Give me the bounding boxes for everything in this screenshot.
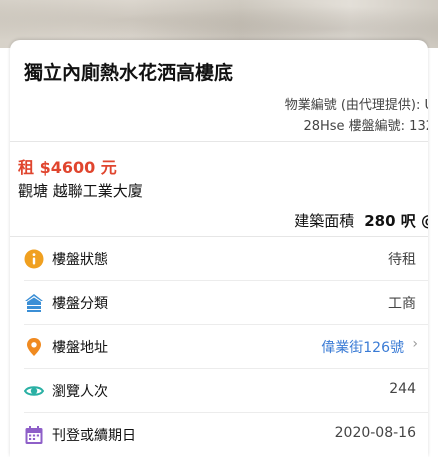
map-pin-icon (27, 338, 41, 356)
eye-icon (24, 386, 44, 396)
chevron-right-icon: › (412, 336, 418, 352)
gross-area: 建築面積 280 呎 @ (294, 210, 428, 231)
detail-row-posted-date: 刊登或續期日 2020-08-16 (10, 413, 428, 457)
detail-value: 2020-08-16 (334, 425, 416, 441)
building-icon (25, 294, 43, 312)
detail-value: 244 (389, 381, 416, 397)
detail-value: 工商 (388, 296, 416, 312)
divider (10, 141, 428, 142)
calendar-icon (25, 426, 43, 444)
rent-price: 租 $4600 元 (18, 158, 117, 177)
detail-row-address[interactable]: 樓盤地址 偉業街126號 › (10, 325, 428, 369)
detail-label: 刊登或續期日 (52, 428, 136, 444)
address-link[interactable]: 偉業街126號 (321, 337, 404, 357)
detail-row-category: 樓盤分類 工商 (10, 281, 428, 325)
area-value: 280 呎 @ (364, 212, 428, 230)
site-reference: 28Hse 樓盤編號: 132 (303, 119, 428, 134)
detail-value: 待租 (388, 252, 416, 268)
detail-label: 樓盤分類 (52, 296, 108, 312)
detail-label: 瀏覽人次 (52, 384, 108, 400)
detail-row-status: 樓盤狀態 待租 (10, 237, 428, 281)
agent-reference: 物業編號 (由代理提供): U (284, 98, 428, 113)
listing-title: 獨立內廁熱水花洒高樓底 (24, 62, 234, 84)
property-location: 觀塘 越聯工業大廈 (18, 182, 143, 200)
listing-screen: 獨立內廁熱水花洒高樓底 物業編號 (由代理提供): U 28Hse 樓盤編號: … (0, 0, 438, 457)
listing-card: 獨立內廁熱水花洒高樓底 物業編號 (由代理提供): U 28Hse 樓盤編號: … (10, 40, 428, 457)
area-label: 建築面積 (294, 212, 355, 230)
detail-label: 樓盤狀態 (52, 252, 108, 268)
detail-label: 樓盤地址 (52, 340, 108, 356)
detail-row-views: 瀏覽人次 244 (10, 369, 428, 413)
info-icon (24, 249, 44, 269)
